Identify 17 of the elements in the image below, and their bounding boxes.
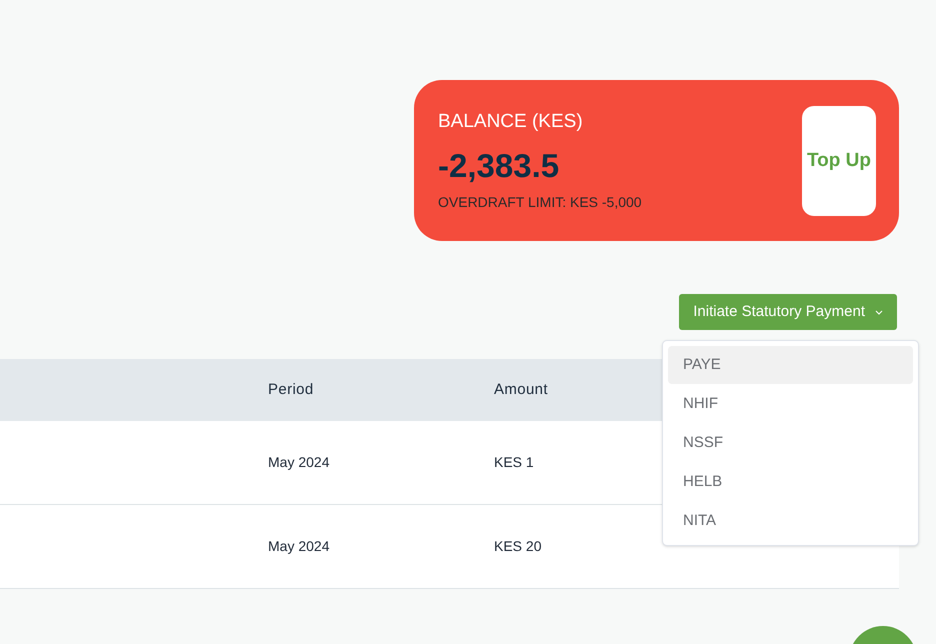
table-cell-text: KES 20 <box>494 537 542 556</box>
menu-item[interactable]: NSSF <box>668 424 913 462</box>
chevron-down-icon <box>875 310 883 314</box>
overdraft-limit: OVERDRAFT LIMIT: KES -5,000 <box>438 192 643 212</box>
table-cell-text: May 2024 <box>268 453 330 472</box>
balance-amount: -2,383.5 <box>438 146 560 186</box>
menu-item[interactable]: HELB <box>668 463 913 501</box>
top-up-button[interactable]: Top Up <box>802 106 876 216</box>
column-header: Amount <box>494 380 548 400</box>
statutory-payment-button[interactable]: Initiate Statutory Payment <box>679 294 897 330</box>
table-cell-text: May 2024 <box>268 537 330 556</box>
table-cell-text: KES 1 <box>494 453 534 472</box>
menu-item[interactable]: NHIF <box>668 385 913 423</box>
menu-item[interactable]: NITA <box>668 502 913 540</box>
column-header: Period <box>268 380 314 400</box>
balance-label: BALANCE (KES) <box>438 110 584 134</box>
menu-item[interactable]: PAYE <box>668 346 913 384</box>
